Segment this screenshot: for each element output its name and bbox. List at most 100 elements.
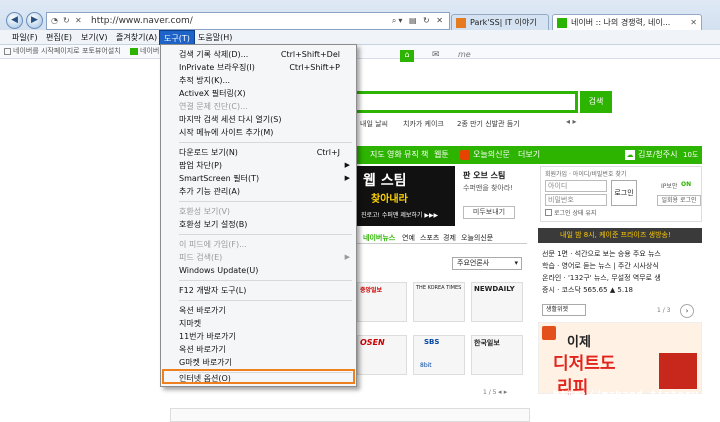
menu-item-activex[interactable]: ActiveX 필터링(X) [179, 87, 350, 100]
fav-item[interactable]: 포토뷰어설치 [82, 45, 121, 58]
newspaper-icon [460, 150, 470, 160]
scroll-arrows-icon[interactable]: ◂ ▸ [566, 117, 577, 126]
keep-login-checkbox[interactable] [545, 209, 552, 216]
menu-item-inprivate[interactable]: InPrivate 브라우징(I) Ctrl+Shift+P [179, 61, 350, 74]
menu-item-tracking[interactable]: 추적 방지(K)... [179, 74, 350, 87]
menu-bar: 파일(F) 편집(E) 보기(V) 즐겨찾기(A) 도구(T) 도움말(H) [0, 30, 720, 45]
login-links[interactable]: 회원가입 · 아이디/비밀번호 찾기 [545, 169, 626, 178]
press-card[interactable]: 한국일보 [471, 335, 523, 375]
login-button[interactable]: 로그인 [611, 180, 637, 206]
event-banner-text: 내일 밤 8시, 케이준 프라이즈 생방송! [560, 231, 671, 239]
menu-item-add-to-start[interactable]: 시작 메뉴에 사이트 추가(M) [179, 126, 350, 139]
menu-view[interactable]: 보기(V) [77, 30, 111, 45]
me-link[interactable]: me [458, 50, 471, 59]
news-tab[interactable]: 네이버뉴스 [363, 232, 395, 244]
refresh-icon[interactable]: ↻ [63, 13, 75, 29]
stop-icon[interactable]: ✕ [75, 13, 87, 29]
onetime-login-button[interactable]: 일회용 로그인 [657, 195, 701, 206]
menu-item-11st[interactable]: 11번가 바로가기 [179, 330, 350, 343]
press-card[interactable]: THE KOREA TIMES [413, 282, 465, 322]
dessert-line: 이제 [567, 335, 591, 350]
menu-separator [179, 142, 352, 143]
fav-item[interactable]: 네이버 [140, 45, 159, 58]
nav-item[interactable]: 영화 [387, 146, 402, 164]
search-box[interactable] [340, 91, 578, 113]
menu-help[interactable]: 도움말(H) [194, 30, 236, 45]
press-card[interactable]: NEWDAILY [471, 282, 523, 322]
close-small-icon[interactable]: ✕ [436, 16, 445, 25]
press-name: 중앙일보 [360, 287, 383, 294]
nav-item[interactable]: 뮤직 [404, 146, 419, 164]
news-tab[interactable]: 연예 [402, 232, 415, 244]
compat-icon[interactable]: ▤ [409, 16, 419, 25]
forward-button[interactable]: ▶ [26, 12, 43, 29]
press-card[interactable]: 중앙일보 [357, 282, 407, 322]
news-tab[interactable]: 경제 [443, 232, 456, 244]
page-indicator: 1 / 3 [657, 307, 671, 314]
news-tab[interactable]: 스포츠 [420, 232, 439, 244]
hot-keyword[interactable]: 2종 만기 신발관 듬기 [457, 119, 520, 129]
menu-item-popup-blocker[interactable]: 팝업 차단(P) ▶ [179, 159, 350, 172]
menu-item-delete-history[interactable]: 검색 기록 삭제(D)... Ctrl+Shift+Del [179, 48, 350, 61]
nav-item[interactable]: 책 [421, 146, 428, 164]
menu-item-auction-2[interactable]: 옥션 바로가기 [179, 343, 350, 356]
close-tab-icon[interactable]: ✕ [690, 15, 697, 31]
news-item[interactable]: 학습 · 영어로 듣는 뉴스 | 주간 시사상식 [542, 260, 702, 272]
menu-tools[interactable]: 도구(T) [159, 30, 195, 45]
menu-item-label: 옥션 바로가기 [179, 306, 226, 315]
nav-item[interactable]: 웹툰 [434, 146, 449, 164]
menu-edit[interactable]: 편집(E) [42, 30, 76, 45]
hot-keyword[interactable]: 치카가 케이크 [403, 119, 444, 129]
event-banner[interactable]: 내일 밤 8시, 케이준 프라이즈 생방송! [538, 228, 702, 243]
pager-arrows-icon[interactable]: ◂ ▸ [498, 388, 507, 396]
fav-item[interactable]: 네이버를 시작페이지로 [13, 45, 80, 58]
nav-item[interactable]: 오늘의신문 [473, 146, 510, 164]
login-box: 회원가입 · 아이디/비밀번호 찾기 아이디 비밀번호 로그인 로그인 상태 유… [540, 166, 702, 222]
password-input[interactable]: 비밀번호 [545, 194, 607, 206]
menu-item-label: 팝업 차단(P) [179, 161, 223, 170]
favorites-star-icon[interactable] [4, 48, 11, 55]
address-url[interactable]: http://www.naver.com/ [91, 16, 193, 26]
news-item[interactable]: 증시 · 코스닥 565.65 ▲ 5.18 [542, 284, 702, 296]
nav-item[interactable]: 지도 [370, 146, 385, 164]
menu-item-windows-update[interactable]: Windows Update(U) [179, 264, 350, 277]
menu-item-reopen-session[interactable]: 마지막 검색 세션 다시 열기(S) [179, 113, 350, 126]
menu-item-downloads[interactable]: 다운로드 보기(N) Ctrl+J [179, 146, 350, 159]
ad-button[interactable]: 미두보내기 [463, 206, 515, 219]
press-card[interactable]: SBS [413, 335, 465, 375]
id-input[interactable]: 아이디 [545, 180, 607, 192]
search-button[interactable]: 검색 [580, 91, 612, 113]
menu-item-f12-tools[interactable]: F12 개발자 도구(L) [179, 284, 350, 297]
press-select[interactable]: 주요언론사 ▾ [452, 257, 522, 270]
menu-file[interactable]: 파일(F) [8, 30, 42, 45]
menu-item-addons[interactable]: 추가 기능 관리(A) [179, 185, 350, 198]
weather-city[interactable]: 김포/청주시 [638, 146, 678, 164]
refresh-small-icon[interactable]: ↻ [423, 16, 432, 25]
address-bar[interactable]: ◔ ↻ ✕ http://www.naver.com/ ⌕▾ ▤ ↻ ✕ [46, 12, 450, 30]
menu-item-compat-settings[interactable]: 호환성 보기 설정(B) [179, 218, 350, 231]
next-arrow-icon[interactable]: › [680, 304, 694, 318]
mail-icon[interactable]: ✉ [432, 50, 444, 62]
hot-keyword[interactable]: 내일 날씨 [360, 119, 388, 129]
ad-side-title[interactable]: 판 오브 스팀 [463, 170, 505, 181]
menu-item-auction[interactable]: 옥션 바로가기 [179, 304, 350, 317]
life-select[interactable]: 생활위젯 [542, 304, 586, 316]
press-card[interactable]: OSEN [357, 335, 407, 375]
ad-banner[interactable]: 웹 스팀 찾아내라 진로고! 수퍼맨 제보하기 ▶▶▶ [357, 166, 455, 226]
home-icon[interactable]: ⌂ [400, 50, 414, 62]
ip-security-toggle[interactable]: ON [681, 181, 691, 188]
menu-item-gmarket[interactable]: 지마켓 [179, 317, 350, 330]
search-icon[interactable]: ⌕ [392, 16, 398, 25]
menu-item-label: 호환성 보기 설정(B) [179, 220, 248, 229]
menu-separator [179, 300, 352, 301]
menu-item-gmarket-2[interactable]: G마켓 바로가기 [179, 356, 350, 369]
dessert-ad[interactable]: 이제 디저트도 리피 [538, 322, 702, 398]
news-tab[interactable]: 오늘의신문 [461, 232, 493, 244]
news-item[interactable]: 온라인 · '132구' 뉴스, 무설정 역무로 생 [542, 272, 702, 284]
back-button[interactable]: ◀ [6, 12, 23, 29]
news-item[interactable]: 선문 1면 · 석간으로 보는 승용 주요 뉴스 [542, 248, 702, 260]
menu-item-smartscreen[interactable]: SmartScreen 필터(T) ▶ [179, 172, 350, 185]
press-name: THE KOREA TIMES [416, 285, 462, 291]
nav-item[interactable]: 더보기 [518, 146, 540, 164]
menu-favorites[interactable]: 즐겨찾기(A) [112, 30, 161, 45]
